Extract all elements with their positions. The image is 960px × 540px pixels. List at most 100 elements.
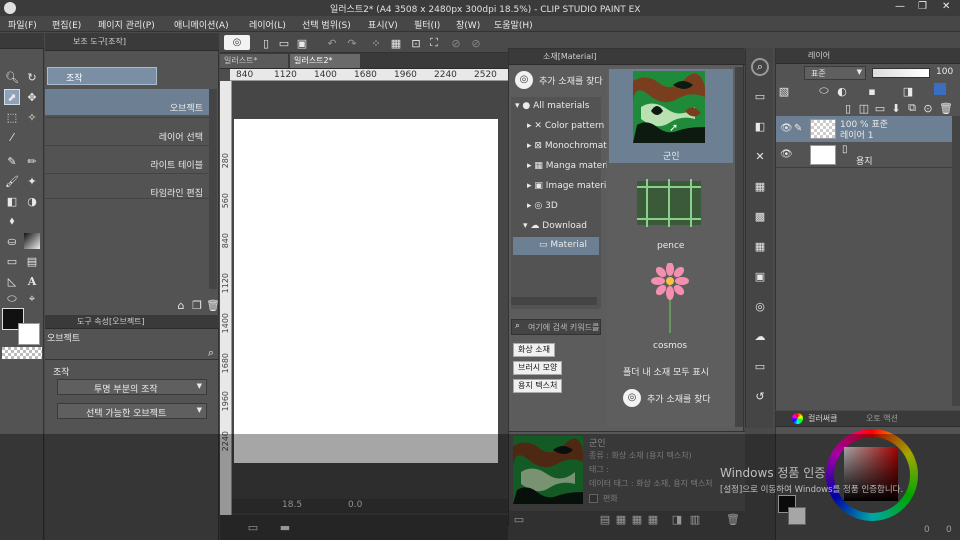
color-wheel-tab[interactable]: 컬러써클 bbox=[794, 412, 837, 426]
operation-tool-icon[interactable]: ⬈ bbox=[4, 89, 20, 105]
color-icon[interactable] bbox=[934, 83, 946, 95]
tree-item[interactable]: ▸ ✕ Color pattern bbox=[527, 121, 604, 131]
material-item[interactable]: cosmos bbox=[609, 263, 733, 353]
auto-action-tab[interactable]: 오토 액션 bbox=[852, 412, 898, 426]
copy-subtool-icon[interactable]: ❐ bbox=[189, 297, 205, 313]
bucket-icon[interactable]: ⛀ bbox=[4, 233, 20, 249]
menu-selection[interactable]: 선택 범위(S) bbox=[302, 18, 368, 31]
auto-select-icon[interactable]: ✧ bbox=[24, 109, 40, 125]
balloon-icon[interactable]: ⬭ bbox=[4, 291, 20, 307]
menu-edit[interactable]: 편집(E) bbox=[52, 18, 98, 31]
clear-icon[interactable]: ▦ bbox=[388, 35, 404, 51]
clip-icon[interactable]: ◐ bbox=[834, 83, 850, 99]
move-layer-icon[interactable]: ✥ bbox=[24, 89, 40, 105]
frame-icon[interactable]: ▤ bbox=[24, 253, 40, 269]
delete-layer-icon[interactable]: 🗑︎ bbox=[938, 100, 954, 116]
snap-ruler-icon[interactable]: ⊘ bbox=[448, 35, 464, 51]
layer-tab[interactable]: 레이어 bbox=[794, 49, 830, 63]
tree-item[interactable]: ▸ ▦ Manga material bbox=[527, 161, 616, 171]
folder-panel-icon[interactable]: ▭ bbox=[751, 88, 769, 104]
tag-button-image-material[interactable]: 화상 소재 bbox=[513, 343, 555, 357]
search-panel-icon[interactable]: ⌕ bbox=[751, 58, 769, 76]
mask-add-icon[interactable]: ⊙ bbox=[920, 100, 936, 116]
mask-icon[interactable]: ⬭ bbox=[816, 83, 832, 99]
new-folder-icon[interactable]: ▭ bbox=[872, 100, 888, 116]
tree-item-selected[interactable]: ▭ Material bbox=[513, 237, 599, 255]
history-panel-icon[interactable]: ↺ bbox=[751, 388, 769, 404]
sub-color-chip[interactable] bbox=[788, 507, 806, 525]
layer-row-selected[interactable]: 👁︎ ✎ 100 % 표준 레이어 1 bbox=[776, 116, 952, 142]
new-file-icon[interactable]: ▯ bbox=[258, 35, 274, 51]
transform-icon[interactable]: ⊡ bbox=[408, 35, 424, 51]
select-all-icon[interactable]: ⁘ bbox=[368, 35, 384, 51]
property-panel-icon[interactable]: ✕ bbox=[751, 148, 769, 164]
delete-material-icon[interactable]: 🗑︎ bbox=[725, 511, 741, 527]
minimize-button[interactable]: — bbox=[895, 1, 905, 12]
palette-icon[interactable]: ▧ bbox=[776, 83, 792, 99]
opacity-slider[interactable] bbox=[872, 68, 930, 78]
tree-item[interactable]: ▸ ◎ 3D bbox=[527, 201, 558, 211]
subtool-tab[interactable]: 보조 도구[조작] bbox=[59, 35, 126, 49]
transparent-color-swatch[interactable] bbox=[2, 347, 42, 359]
layer-scrollbar[interactable] bbox=[952, 116, 960, 406]
open-file-icon[interactable]: ▭ bbox=[276, 35, 292, 51]
subtool-item[interactable]: 라이트 테이블 bbox=[45, 145, 209, 171]
menu-file[interactable]: 파일(F) bbox=[8, 18, 52, 31]
eraser-icon[interactable]: ◧ bbox=[4, 193, 20, 209]
correction-icon[interactable]: ⌖ bbox=[24, 291, 40, 307]
navigator-icon[interactable]: ▭ bbox=[244, 519, 262, 535]
eyedropper-icon[interactable]: ⁄ bbox=[4, 129, 20, 145]
tree-item[interactable]: ▾ ☁ Download bbox=[523, 221, 587, 231]
search-more-materials[interactable]: ◎ 추가 소재를 찾다 bbox=[515, 71, 605, 91]
new-layer-icon[interactable]: ▯ bbox=[840, 100, 856, 116]
reference-icon[interactable]: ◨ bbox=[900, 83, 916, 99]
thumb-medium-icon[interactable]: ▦ bbox=[629, 511, 645, 527]
copy-layer-icon[interactable]: ⧉ bbox=[904, 100, 920, 116]
grid-icon[interactable]: ▥ bbox=[687, 511, 703, 527]
fill-icon[interactable]: ⬧ bbox=[4, 213, 20, 229]
material-panel-icon[interactable]: ▭ bbox=[751, 358, 769, 374]
thumb-small-icon[interactable]: ▦ bbox=[613, 511, 629, 527]
figure-icon[interactable]: ▭ bbox=[4, 253, 20, 269]
add-subtool-icon[interactable]: ⌂ bbox=[173, 297, 189, 313]
zoom-value[interactable]: 18.5 bbox=[282, 500, 302, 510]
snap-grid-icon[interactable]: ⊘ bbox=[468, 35, 484, 51]
material-tab[interactable]: 소재[Material] bbox=[529, 50, 596, 64]
blend-icon[interactable]: ◑ bbox=[24, 193, 40, 209]
menu-animation[interactable]: 애니메이션(A) bbox=[174, 18, 249, 31]
delete-subtool-icon[interactable]: 🗑︎ bbox=[205, 297, 221, 313]
tool-property-tab[interactable]: 도구 속성[오브젝트] bbox=[63, 315, 145, 329]
save-icon[interactable]: ▣ bbox=[294, 35, 310, 51]
clip-studio-icon[interactable]: ◎ bbox=[224, 35, 250, 50]
selectable-object-select[interactable]: 선택 가능한 오브젝트 ▼ bbox=[57, 403, 207, 419]
lock-icon[interactable]: ▪ bbox=[864, 83, 880, 99]
menu-page[interactable]: 페이지 관리(P) bbox=[98, 18, 174, 31]
tree-scrollbar[interactable] bbox=[511, 297, 597, 305]
sub-color-swatch[interactable] bbox=[18, 323, 40, 345]
airbrush-icon[interactable]: ✦ bbox=[24, 173, 40, 189]
pencil-icon[interactable]: ✏ bbox=[24, 153, 40, 169]
image-panel-icon[interactable]: ▣ bbox=[751, 268, 769, 284]
angle-value[interactable]: 0.0 bbox=[348, 500, 362, 510]
tag-button-brush-shape[interactable]: 브러시 모양 bbox=[513, 361, 563, 375]
menu-filter[interactable]: 필터(I) bbox=[414, 18, 456, 31]
material-item[interactable]: pence bbox=[609, 167, 733, 257]
close-button[interactable]: ✕ bbox=[942, 1, 950, 12]
list-view-icon[interactable]: ▤ bbox=[597, 511, 613, 527]
document-tab-active[interactable]: 일러스트2* bbox=[290, 54, 360, 68]
apply-material-icon[interactable]: ◨ bbox=[669, 511, 685, 527]
folder-icon[interactable]: ▭ bbox=[511, 511, 527, 527]
tone-panel-icon[interactable]: ▩ bbox=[751, 208, 769, 224]
subtool-item[interactable]: 레이어 선택 bbox=[45, 117, 209, 143]
selection-icon[interactable]: ⬚ bbox=[4, 109, 20, 125]
material-item-selected[interactable]: ➚ 군인 bbox=[609, 69, 733, 163]
menu-help[interactable]: 도움말(H) bbox=[494, 18, 554, 31]
animation-icon[interactable]: ▬ bbox=[276, 519, 294, 535]
eye-icon[interactable]: 👁︎ bbox=[780, 123, 793, 134]
search-more-materials-bottom[interactable]: ◎ 추가 소재를 찾다 bbox=[623, 389, 733, 409]
detail-checkbox[interactable] bbox=[589, 494, 598, 503]
rotate-view-icon[interactable]: ↻ bbox=[24, 69, 40, 85]
pattern-panel-icon[interactable]: ▦ bbox=[751, 178, 769, 194]
show-all-in-folder[interactable]: 폴더 내 소재 모두 표시 bbox=[623, 365, 709, 378]
transparent-operation-select[interactable]: 투명 부분의 조작 ▼ bbox=[57, 379, 207, 395]
